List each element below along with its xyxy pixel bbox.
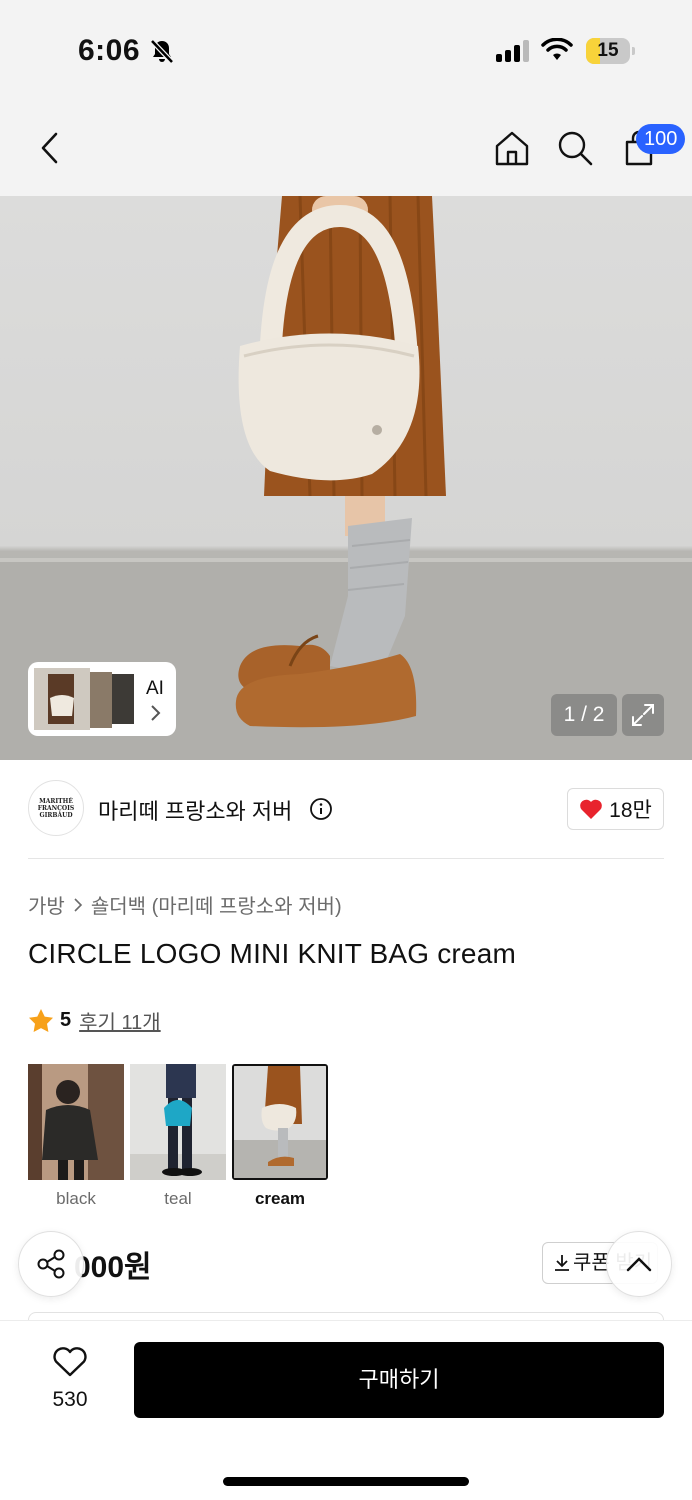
star-icon xyxy=(29,1009,53,1032)
brand-like-button[interactable]: 18만 xyxy=(567,788,664,830)
ai-style-thumbnails xyxy=(34,668,134,730)
share-button[interactable] xyxy=(18,1231,84,1297)
brand-logo[interactable]: MARITHÉ FRANÇOIS GIRBAUD xyxy=(28,780,84,836)
wifi-icon xyxy=(541,38,573,60)
breadcrumb-category[interactable]: 가방 xyxy=(28,890,65,919)
battery-level: 15 xyxy=(597,40,619,61)
heart-outline-icon xyxy=(53,1347,87,1377)
color-thumb-black xyxy=(28,1064,124,1180)
color-option-label: black xyxy=(56,1189,96,1208)
color-option-cream[interactable] xyxy=(232,1064,328,1180)
expand-image-button[interactable] xyxy=(622,694,664,736)
review-count-link[interactable]: 후기 11개 xyxy=(79,1006,161,1035)
expand-icon xyxy=(632,704,654,726)
cart-count-badge: 100 xyxy=(636,124,686,154)
heart-filled-icon xyxy=(580,799,602,819)
status-bar: 6:06 15 xyxy=(0,0,692,100)
wishlist-button[interactable] xyxy=(40,1346,100,1383)
ai-style-card[interactable]: AI xyxy=(28,662,176,736)
ai-label: AI xyxy=(146,678,164,699)
breadcrumb: 가방 숄더백 (마리떼 프랑소와 저버) xyxy=(28,890,342,919)
chevron-right-icon xyxy=(151,705,161,721)
share-icon xyxy=(37,1249,65,1279)
breadcrumb-subcategory[interactable]: 숄더백 (마리떼 프랑소와 저버) xyxy=(91,890,342,919)
bell-slash-icon xyxy=(150,39,174,64)
rating-row: 5 후기 11개 xyxy=(28,1006,161,1035)
search-button[interactable] xyxy=(551,124,599,172)
top-nav-bar xyxy=(0,100,692,196)
signal-icon xyxy=(496,40,529,62)
color-thumb-cream xyxy=(234,1066,326,1178)
battery-icon: 15 xyxy=(586,38,630,64)
brand-like-count: 18만 xyxy=(609,799,652,822)
chevron-right-icon xyxy=(74,897,82,912)
brand-logo-text: MARITHÉ FRANÇOIS GIRBAUD xyxy=(37,797,75,819)
color-option-teal[interactable] xyxy=(130,1064,226,1180)
chevron-up-icon xyxy=(626,1257,652,1272)
wishlist-count: 530 xyxy=(52,1388,88,1411)
back-icon xyxy=(41,132,58,164)
buy-button[interactable]: 구매하기 xyxy=(134,1342,664,1418)
rating-score: 5 xyxy=(60,1009,72,1031)
color-option-label: teal xyxy=(164,1189,192,1208)
search-icon xyxy=(558,131,593,166)
color-option-black[interactable] xyxy=(28,1064,124,1180)
home-icon xyxy=(495,131,529,166)
status-time: 6:06 xyxy=(78,34,141,67)
color-option-label: cream xyxy=(254,1189,306,1208)
home-button[interactable] xyxy=(488,124,536,172)
divider xyxy=(28,858,664,859)
home-indicator xyxy=(223,1477,469,1486)
scroll-top-button[interactable] xyxy=(606,1231,672,1297)
color-thumb-teal xyxy=(130,1064,226,1180)
product-title: CIRCLE LOGO MINI KNIT BAG cream xyxy=(28,938,516,969)
brand-name[interactable]: 마리떼 프랑소와 저버 xyxy=(98,794,292,826)
back-button[interactable] xyxy=(26,124,74,172)
image-page-indicator: 1 / 2 xyxy=(551,694,617,736)
download-icon xyxy=(555,1255,569,1271)
info-icon[interactable] xyxy=(309,797,333,821)
